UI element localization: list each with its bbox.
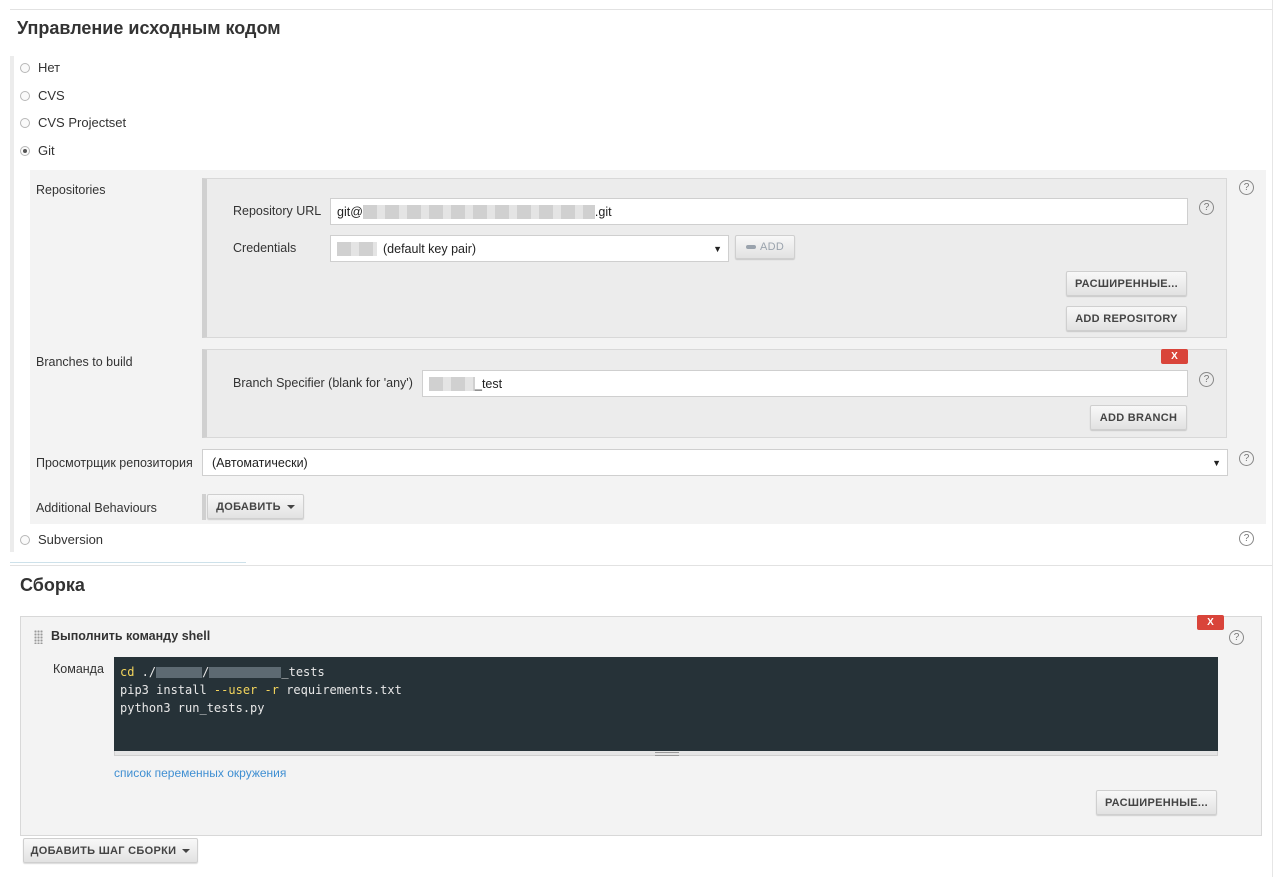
scm-option-cvs[interactable]: CVS	[20, 88, 65, 103]
repo-browser-value: (Автоматически)	[212, 455, 308, 470]
branch-help-icon[interactable]: ?	[1199, 372, 1214, 387]
radio-cvs-projectset[interactable]	[20, 117, 30, 128]
behaviours-bar	[202, 494, 206, 520]
add-credentials-button[interactable]: ADD	[735, 235, 795, 259]
repo-url-help-icon[interactable]: ?	[1199, 200, 1214, 215]
env-variables-link[interactable]: список переменных окружения	[114, 766, 286, 780]
command-label: Команда	[53, 662, 104, 676]
add-build-step-button[interactable]: ДОБАВИТЬ ШАГ СБОРКИ	[23, 838, 198, 863]
caret-down-icon	[286, 504, 295, 509]
radio-subversion[interactable]	[20, 534, 30, 545]
scm-option-subversion[interactable]: Subversion	[20, 532, 103, 547]
radio-cvs[interactable]	[20, 90, 30, 101]
redacted-credential	[337, 241, 377, 256]
redacted-path-2	[209, 667, 282, 678]
repo-url-label: Repository URL	[233, 204, 322, 218]
chevron-down-icon: ▼	[713, 244, 722, 254]
repositories-help-icon[interactable]: ?	[1239, 180, 1254, 195]
delete-build-step-button[interactable]: X	[1197, 615, 1224, 630]
scm-option-none-label: Нет	[38, 60, 61, 75]
code-text: _tests	[281, 665, 325, 679]
code-text: ./	[134, 665, 157, 679]
branch-value: _test	[475, 376, 503, 391]
scm-option-cvs-projectset-label: CVS Projectset	[38, 115, 127, 130]
build-section-title: Сборка	[20, 575, 85, 595]
redacted-branch-part	[429, 376, 475, 391]
build-step-help-icon[interactable]: ?	[1229, 630, 1244, 645]
additional-behaviours-label: Additional Behaviours	[36, 501, 157, 515]
scm-option-none[interactable]: Нет	[20, 60, 60, 75]
code-text: pip3 install	[120, 683, 214, 697]
code-line-3: python3 run_tests.py	[120, 701, 265, 715]
add-credentials-label: ADD	[759, 241, 785, 253]
add-behaviour-button[interactable]: ДОБАВИТЬ	[207, 494, 304, 519]
key-icon	[745, 245, 756, 249]
delete-branch-button[interactable]: X	[1161, 349, 1188, 364]
build-step-title: Выполнить команду shell	[51, 629, 211, 643]
branches-label: Branches to build	[36, 355, 133, 369]
scm-left-bar	[10, 56, 14, 552]
scm-option-subversion-label: Subversion	[38, 532, 104, 547]
add-repository-button[interactable]: ADD REPOSITORY	[1066, 306, 1187, 331]
code-option: -r	[264, 683, 279, 697]
command-editor[interactable]: cd ./ / _tests pip3 install --user -r requi…	[114, 657, 1218, 751]
credentials-label: Credentials	[233, 241, 297, 255]
credentials-select[interactable]: (default key pair) ▼	[330, 235, 729, 262]
radio-none[interactable]	[20, 62, 30, 73]
code-text: /	[202, 665, 210, 679]
repo-browser-help-icon[interactable]: ?	[1239, 451, 1254, 466]
editor-resize-handle[interactable]	[114, 751, 1218, 756]
repo-url-suffix: .git	[594, 204, 612, 219]
code-line-1: cd ./ / _tests	[120, 663, 1212, 681]
scm-option-cvs-label: CVS	[38, 88, 65, 103]
right-divider	[1272, 0, 1273, 877]
add-branch-button[interactable]: ADD BRANCH	[1090, 405, 1187, 430]
section-divider-2	[10, 565, 1272, 566]
chevron-down-icon: ▼	[1212, 458, 1221, 468]
redacted-path-1	[156, 667, 203, 678]
add-build-step-label: ДОБАВИТЬ ШАГ СБОРКИ	[30, 844, 177, 857]
scm-option-cvs-projectset[interactable]: CVS Projectset	[20, 115, 126, 130]
repo-url-prefix: git@	[337, 204, 363, 219]
caret-down-icon	[182, 848, 191, 853]
repositories-label: Repositories	[36, 183, 106, 197]
code-text: requirements.txt	[278, 683, 402, 697]
radio-git[interactable]	[20, 145, 30, 156]
repo-browser-label: Просмотрщик репозитория	[36, 456, 193, 470]
section-divider	[10, 562, 246, 563]
repo-browser-select[interactable]: (Автоматически) ▼	[202, 449, 1228, 476]
branch-specifier-input[interactable]: _test	[422, 370, 1188, 397]
build-advanced-button[interactable]: РАСШИРЕННЫЕ...	[1096, 790, 1217, 815]
drag-handle-icon[interactable]	[34, 630, 43, 644]
code-line-2: pip3 install --user -r requirements.txt	[120, 681, 1212, 699]
add-behaviour-label: ДОБАВИТЬ	[216, 500, 281, 513]
scm-section-title: Управление исходным кодом	[17, 18, 281, 38]
subversion-help-icon[interactable]: ?	[1239, 531, 1254, 546]
repo-url-input[interactable]: git@ .git	[330, 198, 1188, 225]
scm-option-git[interactable]: Git	[20, 143, 55, 158]
code-option: --user	[213, 683, 258, 697]
scm-option-git-label: Git	[38, 143, 55, 158]
repo-advanced-button[interactable]: РАСШИРЕННЫЕ...	[1066, 271, 1187, 296]
branch-specifier-label: Branch Specifier (blank for 'any')	[233, 376, 413, 390]
redacted-url-part	[362, 204, 595, 219]
credentials-value: (default key pair)	[383, 241, 477, 256]
top-divider	[10, 9, 1272, 10]
code-keyword: cd	[120, 665, 135, 679]
